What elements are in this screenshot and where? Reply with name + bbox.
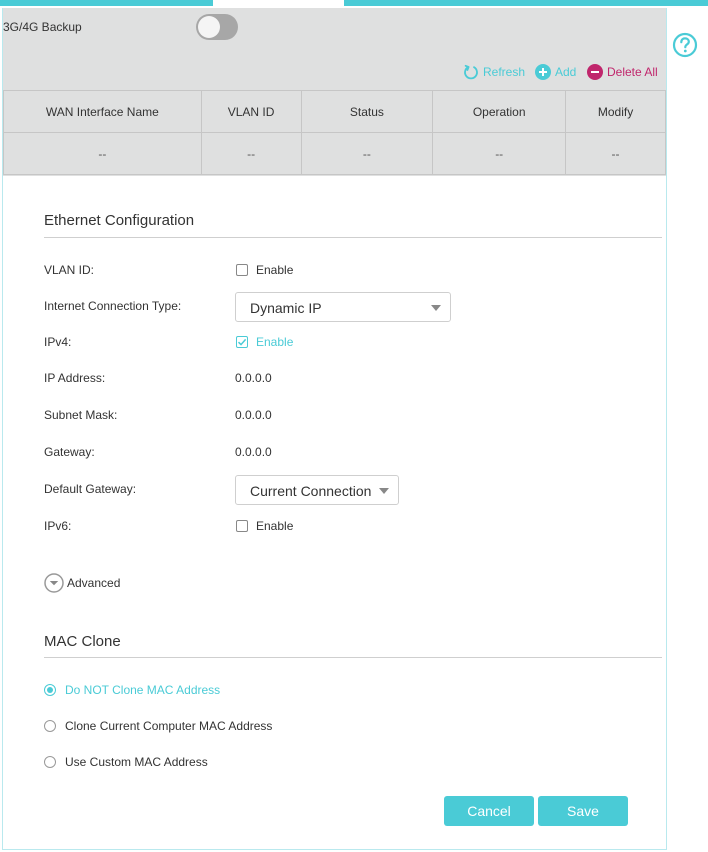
checkbox-box <box>236 264 248 276</box>
ipv4-enable-checkbox[interactable]: Enable <box>236 335 293 349</box>
checkbox-box <box>236 336 248 348</box>
table-row: -- -- -- -- -- <box>3 132 666 175</box>
chevron-down-icon <box>379 488 389 494</box>
column-header-operation: Operation <box>432 90 567 133</box>
backup-toggle[interactable] <box>196 14 238 40</box>
checkmark-icon <box>237 338 247 346</box>
table-cell: -- <box>565 132 666 175</box>
radio-dot <box>44 756 56 768</box>
save-button[interactable]: Save <box>538 796 628 826</box>
section-divider <box>44 237 662 238</box>
mac-option-label: Clone Current Computer MAC Address <box>65 719 273 733</box>
default-gateway-label: Default Gateway: <box>44 482 137 496</box>
cancel-button[interactable]: Cancel <box>444 796 534 826</box>
radio-dot <box>44 684 56 696</box>
vlan-id-label: VLAN ID: <box>44 263 95 277</box>
toggle-knob <box>198 16 220 38</box>
delete-all-label: Delete All <box>607 65 658 79</box>
top-tab-bar-left <box>0 0 213 6</box>
default-gateway-select[interactable]: Current Connection <box>235 475 399 505</box>
mac-option-do-not-clone[interactable]: Do NOT Clone MAC Address <box>44 683 220 697</box>
mac-option-clone-current[interactable]: Clone Current Computer MAC Address <box>44 719 272 733</box>
mac-option-custom[interactable]: Use Custom MAC Address <box>44 755 208 769</box>
refresh-button[interactable]: Refresh <box>463 64 525 80</box>
add-button[interactable]: Add <box>535 64 576 80</box>
wan-settings-panel: 3G/4G Backup Refresh Add Delete All WAN … <box>2 8 667 850</box>
backup-label: 3G/4G Backup <box>3 20 82 34</box>
column-header-wan-name: WAN Interface Name <box>3 90 202 133</box>
wan-interface-table: WAN Interface Name VLAN ID Status Operat… <box>3 90 666 175</box>
advanced-label: Advanced <box>67 576 121 590</box>
connection-type-label: Internet Connection Type: <box>44 299 182 313</box>
ipv6-enable-checkbox[interactable]: Enable <box>236 519 293 533</box>
table-cell: -- <box>3 132 202 175</box>
help-icon[interactable] <box>672 32 698 58</box>
ipv4-enable-label: Enable <box>256 335 294 349</box>
ipv4-label: IPv4: <box>44 335 72 349</box>
minus-circle-icon <box>587 64 603 80</box>
column-header-vlan-id: VLAN ID <box>200 90 302 133</box>
column-header-status: Status <box>300 90 434 133</box>
section-divider <box>44 657 662 658</box>
connection-type-select[interactable]: Dynamic IP <box>235 292 451 322</box>
chevron-down-circle-icon <box>44 573 64 593</box>
mac-clone-title: MAC Clone <box>44 633 121 650</box>
ip-address-value: 0.0.0.0 <box>235 371 272 385</box>
table-cell: -- <box>300 132 434 175</box>
gateway-label: Gateway: <box>44 445 95 459</box>
refresh-icon <box>464 64 478 80</box>
default-gateway-value: Current Connection <box>250 483 372 499</box>
radio-dot <box>44 720 56 732</box>
table-cell: -- <box>200 132 302 175</box>
wan-list-area: 3G/4G Backup Refresh Add Delete All WAN … <box>3 8 666 176</box>
top-tab-bar-right <box>344 0 708 6</box>
table-cell: -- <box>432 132 567 175</box>
vlan-id-enable-label: Enable <box>256 263 294 277</box>
gateway-value: 0.0.0.0 <box>235 445 272 459</box>
mac-option-label: Do NOT Clone MAC Address <box>65 683 221 697</box>
add-label: Add <box>555 65 577 79</box>
ipv6-label: IPv6: <box>44 519 72 533</box>
plus-circle-icon <box>535 64 551 80</box>
checkbox-box <box>236 520 248 532</box>
subnet-mask-label: Subnet Mask: <box>44 408 118 422</box>
ip-address-label: IP Address: <box>44 371 106 385</box>
table-header-row: WAN Interface Name VLAN ID Status Operat… <box>3 90 666 133</box>
refresh-label: Refresh <box>483 65 526 79</box>
mac-option-label: Use Custom MAC Address <box>65 755 208 769</box>
delete-all-button[interactable]: Delete All <box>587 64 658 80</box>
subnet-mask-value: 0.0.0.0 <box>235 408 272 422</box>
vlan-id-enable-checkbox[interactable]: Enable <box>236 263 293 277</box>
ipv6-enable-label: Enable <box>256 519 294 533</box>
advanced-toggle[interactable]: Advanced <box>44 573 120 593</box>
column-header-modify: Modify <box>565 90 666 133</box>
ethernet-config-title: Ethernet Configuration <box>44 212 195 229</box>
connection-type-value: Dynamic IP <box>250 300 322 316</box>
chevron-down-icon <box>431 305 441 311</box>
